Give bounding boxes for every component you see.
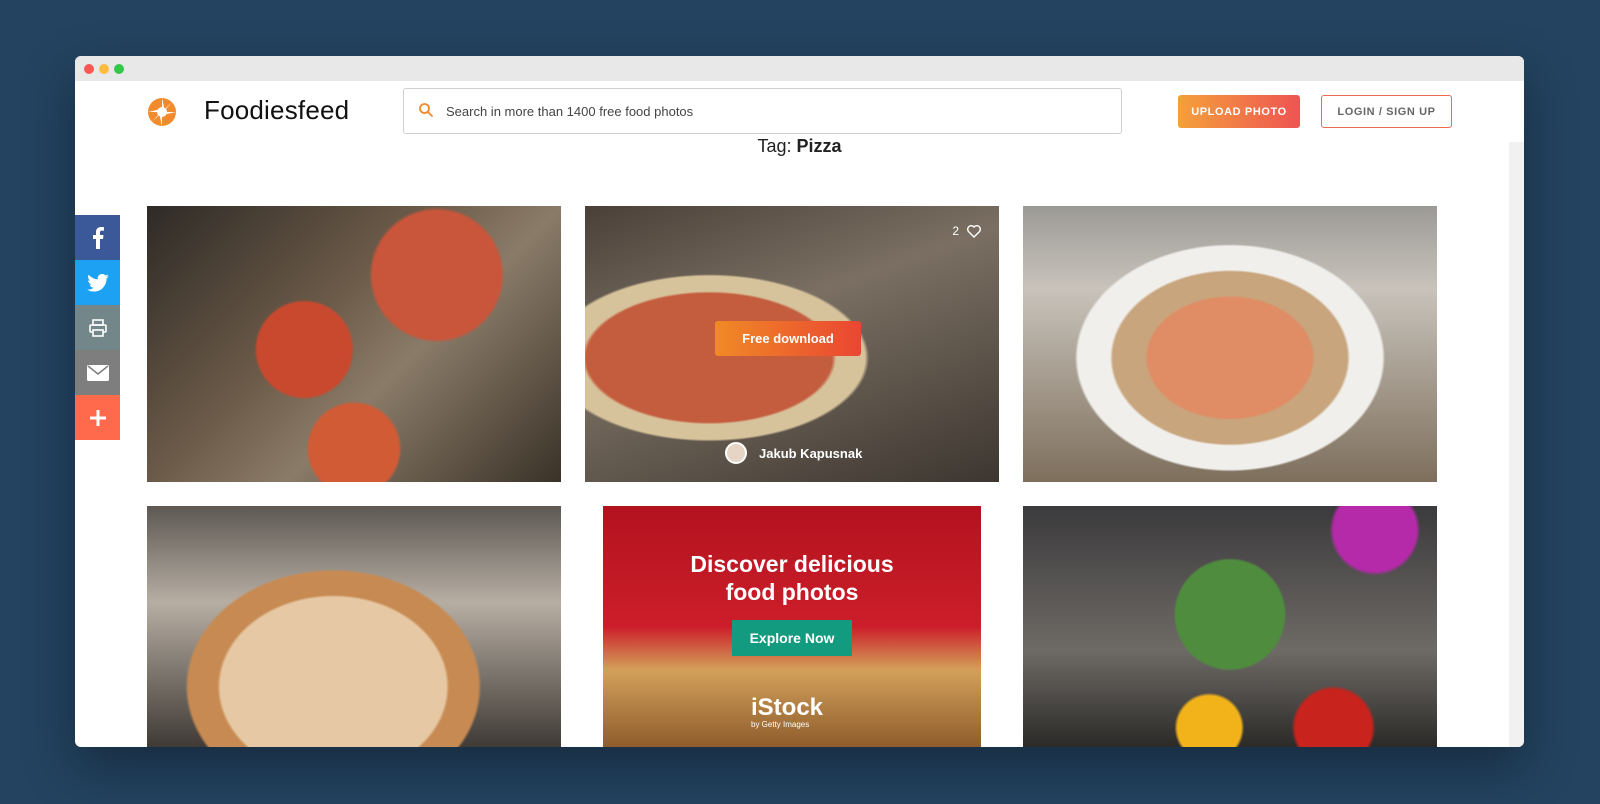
share-more-button[interactable]: [75, 395, 120, 440]
upload-photo-button[interactable]: UPLOAD PHOTO: [1178, 95, 1300, 128]
ad-title: Discover delicious food photos: [603, 550, 981, 606]
share-email-button[interactable]: [75, 350, 120, 395]
share-facebook-button[interactable]: [75, 215, 120, 260]
heart-icon[interactable]: [967, 224, 981, 238]
photo-author[interactable]: Jakub Kapusnak: [725, 442, 862, 464]
page-title: Tag: Pizza: [75, 136, 1524, 157]
share-bar: [75, 215, 120, 440]
search-icon: [419, 103, 433, 117]
maximize-window-button[interactable]: [114, 64, 124, 74]
photo-pizza-prosciutto[interactable]: [1023, 206, 1437, 482]
plus-icon: [89, 409, 106, 426]
login-signup-button[interactable]: LOGIN / SIGN UP: [1321, 95, 1452, 128]
photo-pizza-table[interactable]: [147, 206, 561, 482]
istock-ad-banner[interactable]: Discover delicious food photos Explore N…: [603, 506, 981, 747]
print-icon: [88, 318, 107, 337]
facebook-icon: [92, 226, 104, 249]
author-name: Jakub Kapusnak: [759, 445, 863, 461]
avatar: [725, 442, 747, 464]
email-icon: [86, 364, 109, 381]
brand-name[interactable]: Foodiesfeed: [204, 95, 349, 126]
share-print-button[interactable]: [75, 305, 120, 350]
window-titlebar: [75, 56, 1524, 81]
like-count: 2: [952, 224, 959, 238]
ad-title-line1: Discover delicious: [690, 551, 894, 577]
explore-now-button[interactable]: Explore Now: [732, 620, 852, 656]
twitter-icon: [86, 273, 109, 292]
browser-window: Foodiesfeed UPLOAD PHOTO LOGIN / SIGN UP…: [75, 56, 1524, 747]
tag-name: Pizza: [796, 136, 842, 156]
photo-pizza-margherita[interactable]: [147, 506, 561, 747]
free-download-button[interactable]: Free download: [715, 321, 861, 356]
logo-icon[interactable]: [147, 97, 177, 127]
scrollbar[interactable]: [1509, 142, 1524, 747]
istock-logo: iStock: [751, 694, 824, 721]
close-window-button[interactable]: [84, 64, 94, 74]
tag-prefix: Tag:: [757, 136, 792, 156]
search-input[interactable]: [446, 89, 1106, 133]
ad-title-line2: food photos: [725, 579, 859, 605]
search-box[interactable]: [403, 88, 1122, 134]
photo-pizza-featured[interactable]: 2 Free download Jakub Kapusnak: [585, 206, 999, 482]
like-counter[interactable]: 2: [952, 224, 981, 238]
minimize-window-button[interactable]: [99, 64, 109, 74]
share-twitter-button[interactable]: [75, 260, 120, 305]
photo-vegetables[interactable]: [1023, 506, 1437, 747]
istock-logo-subtitle: by Getty Images: [751, 720, 810, 729]
